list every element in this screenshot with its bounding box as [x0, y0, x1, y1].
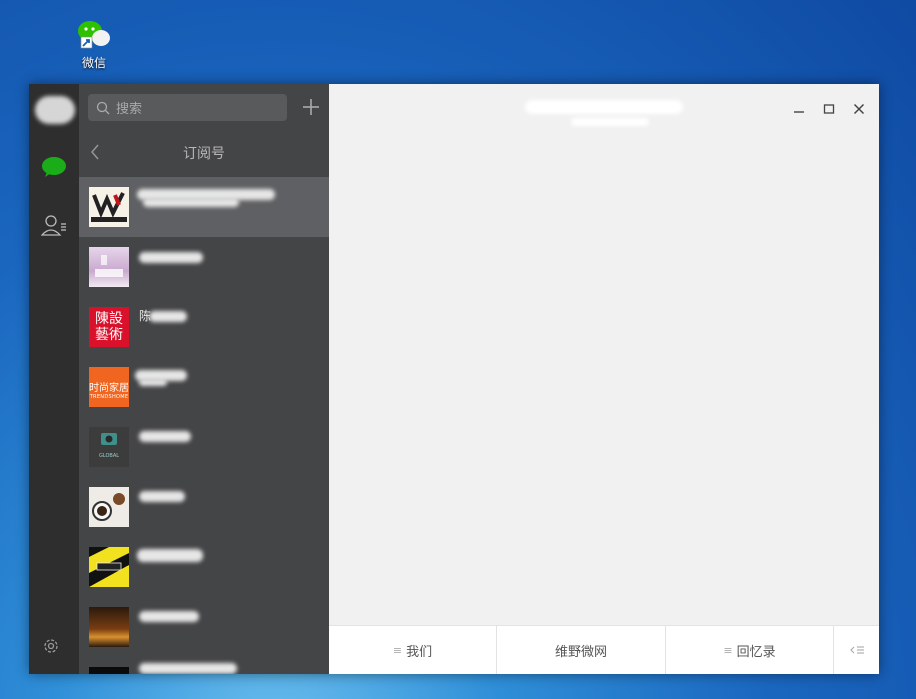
list-item[interactable] [79, 237, 329, 297]
keyboard-toggle-icon[interactable] [834, 626, 879, 674]
chat-area: ≡ 我们 维野微网 ≡ 回忆录 [329, 84, 879, 674]
account-avatar [89, 667, 129, 674]
account-avatar: 陳設藝術 [89, 307, 129, 347]
list-item[interactable]: 时尚家居 TRENDSHOME [79, 357, 329, 417]
settings-gear-icon[interactable] [43, 638, 59, 658]
account-avatar: 时尚家居 TRENDSHOME [89, 367, 129, 407]
sidebar-nav [29, 84, 79, 674]
list-item[interactable]: GLOBAL [79, 417, 329, 477]
menu-item-we[interactable]: ≡ 我们 [329, 626, 497, 674]
account-avatar-text: GLOBAL [98, 453, 120, 459]
contacts-icon[interactable] [40, 214, 67, 240]
avatar[interactable] [35, 96, 75, 124]
menu-item-memoir[interactable]: ≡ 回忆录 [666, 626, 834, 674]
account-avatar-text: TRENDSHOME [89, 394, 129, 400]
desktop-icon-label: 微信 [81, 56, 106, 70]
search-box[interactable] [88, 94, 287, 121]
account-avatar [89, 607, 129, 647]
chat-title [525, 100, 683, 114]
search-icon [96, 100, 110, 119]
search-input[interactable] [114, 98, 278, 120]
chat-subtitle [571, 118, 649, 126]
list-item[interactable] [79, 597, 329, 657]
account-avatar [89, 547, 129, 587]
maximize-icon[interactable] [823, 100, 835, 119]
wechat-icon [77, 20, 111, 50]
list-item[interactable] [79, 177, 329, 237]
list-item[interactable] [79, 537, 329, 597]
minimize-icon[interactable] [793, 100, 805, 119]
account-avatar-text: 陳設藝術 [95, 311, 123, 343]
menu-item-site[interactable]: 维野微网 [497, 626, 666, 674]
list-item[interactable] [79, 657, 329, 674]
menu-list-icon: ≡ [392, 643, 403, 657]
close-icon[interactable] [853, 100, 865, 119]
menu-item-label: 我们 [406, 644, 433, 660]
chat-icon[interactable] [41, 156, 67, 182]
account-avatar-text: 时尚家居 [89, 383, 129, 394]
wechat-desktop-shortcut[interactable]: 微信 [72, 20, 116, 71]
account-avatar [89, 247, 129, 287]
official-account-menu: ≡ 我们 维野微网 ≡ 回忆录 [329, 625, 879, 674]
wechat-window: 订阅号 陳設藝術 陈 [29, 84, 879, 674]
list-item[interactable] [79, 477, 329, 537]
menu-list-icon: ≡ [723, 643, 733, 657]
list-item[interactable]: 陳設藝術 陈 [79, 297, 329, 357]
account-avatar: GLOBAL [89, 427, 129, 467]
menu-item-label: 维野微网 [554, 644, 607, 660]
panel-title: 订阅号 [183, 146, 225, 162]
menu-item-label: 回忆录 [736, 644, 776, 660]
account-avatar [89, 487, 129, 527]
account-avatar [89, 187, 129, 227]
subscription-list-panel: 订阅号 陳設藝術 陈 [79, 84, 329, 674]
add-button[interactable] [301, 97, 321, 121]
